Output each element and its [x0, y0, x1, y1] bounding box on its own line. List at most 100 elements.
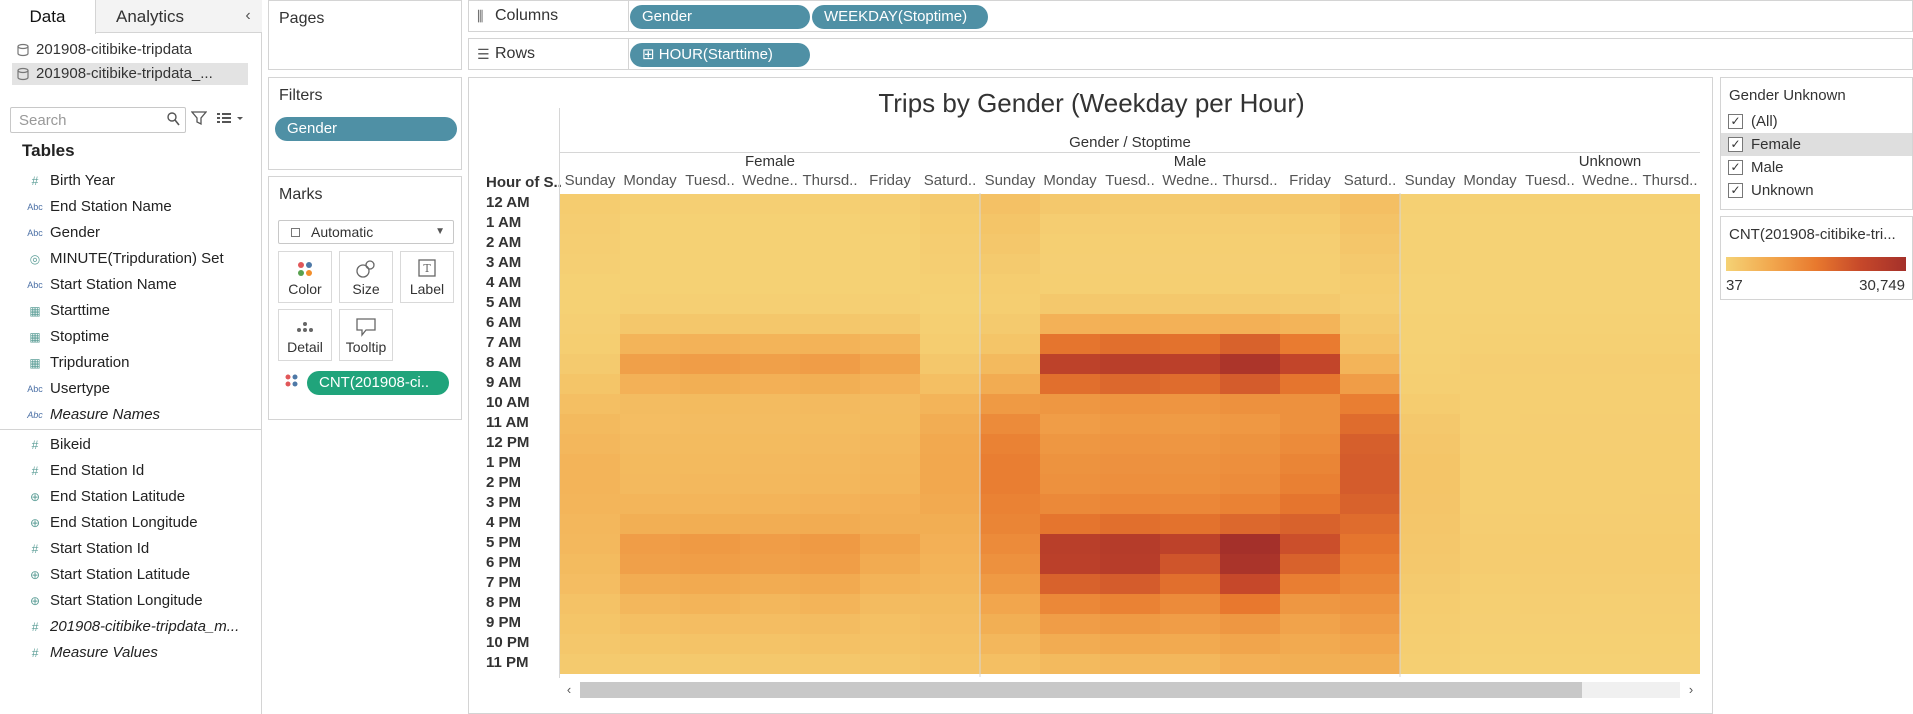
heatmap-cell[interactable] — [1160, 434, 1220, 454]
heatmap-cell[interactable] — [1400, 194, 1460, 214]
heatmap-cell[interactable] — [1160, 454, 1220, 474]
heatmap-cell[interactable] — [1580, 554, 1640, 574]
heatmap-cell[interactable] — [1640, 534, 1700, 554]
heatmap-cell[interactable] — [560, 534, 620, 554]
heatmap-cell[interactable] — [1040, 314, 1100, 334]
heatmap-cell[interactable] — [1040, 654, 1100, 674]
heatmap-cell[interactable] — [1460, 274, 1520, 294]
heatmap-cell[interactable] — [680, 554, 740, 574]
heatmap-cell[interactable] — [620, 494, 680, 514]
heatmap-cell[interactable] — [980, 474, 1040, 494]
heatmap-cell[interactable] — [620, 574, 680, 594]
heatmap-cell[interactable] — [980, 414, 1040, 434]
heatmap-cell[interactable] — [1340, 194, 1400, 214]
columns-pill-gender[interactable]: Gender — [630, 5, 810, 29]
heatmap-cell[interactable] — [1400, 534, 1460, 554]
heatmap-cell[interactable] — [1460, 554, 1520, 574]
heatmap-cell[interactable] — [740, 414, 800, 434]
heatmap-cell[interactable] — [1040, 254, 1100, 274]
field-item[interactable]: ▦ Tripduration — [0, 350, 262, 376]
heatmap-cell[interactable] — [1160, 414, 1220, 434]
rows-pill-hour[interactable]: ⊞ HOUR(Starttime) — [630, 43, 810, 67]
heatmap-cell[interactable] — [1220, 194, 1280, 214]
heatmap-cell[interactable] — [1340, 274, 1400, 294]
field-item[interactable]: ⊕ End Station Latitude — [0, 484, 262, 510]
heatmap-cell[interactable] — [1220, 434, 1280, 454]
heatmap-cell[interactable] — [860, 194, 920, 214]
heatmap-cell[interactable] — [1220, 354, 1280, 374]
checkbox-icon[interactable]: ✓ — [1728, 137, 1743, 152]
heatmap-cell[interactable] — [1040, 474, 1100, 494]
checkbox-icon[interactable]: ✓ — [1728, 160, 1743, 175]
heatmap-cell[interactable] — [1280, 334, 1340, 354]
heatmap-cell[interactable] — [1340, 594, 1400, 614]
heatmap-cell[interactable] — [560, 454, 620, 474]
heatmap-cell[interactable] — [1520, 554, 1580, 574]
heatmap-cell[interactable] — [860, 614, 920, 634]
heatmap-cell[interactable] — [1640, 294, 1700, 314]
heatmap-cell[interactable] — [1460, 594, 1520, 614]
heatmap-cell[interactable] — [980, 514, 1040, 534]
heatmap-cell[interactable] — [1400, 234, 1460, 254]
heatmap-cell[interactable] — [800, 394, 860, 414]
heatmap-cell[interactable] — [860, 474, 920, 494]
label-button[interactable]: T Label — [400, 251, 454, 303]
heatmap-cell[interactable] — [860, 434, 920, 454]
heatmap-cell[interactable] — [1520, 334, 1580, 354]
field-item[interactable]: ⊕ Start Station Longitude — [0, 588, 262, 614]
heatmap-cell[interactable] — [800, 474, 860, 494]
heatmap-cell[interactable] — [980, 314, 1040, 334]
heatmap-cell[interactable] — [1160, 634, 1220, 654]
heatmap-cell[interactable] — [980, 594, 1040, 614]
heatmap-cell[interactable] — [800, 414, 860, 434]
heatmap-cell[interactable] — [1640, 334, 1700, 354]
heatmap-cell[interactable] — [1100, 634, 1160, 654]
heatmap-cell[interactable] — [1460, 414, 1520, 434]
heatmap-cell[interactable] — [1160, 194, 1220, 214]
heatmap-cell[interactable] — [1520, 274, 1580, 294]
heatmap-cell[interactable] — [1100, 234, 1160, 254]
heatmap-cell[interactable] — [620, 374, 680, 394]
heatmap-cell[interactable] — [620, 394, 680, 414]
datasource-item[interactable]: 201908-citibike-tripdata — [12, 39, 248, 61]
heatmap-cell[interactable] — [680, 514, 740, 534]
heatmap-cell[interactable] — [1160, 354, 1220, 374]
heatmap-cell[interactable] — [980, 234, 1040, 254]
heatmap-cell[interactable] — [680, 234, 740, 254]
heatmap-cell[interactable] — [1040, 354, 1100, 374]
heatmap-cell[interactable] — [1160, 514, 1220, 534]
heatmap-cell[interactable] — [1340, 334, 1400, 354]
heatmap-cell[interactable] — [620, 534, 680, 554]
horizontal-scrollbar[interactable]: ‹ › — [560, 679, 1700, 701]
heatmap-cell[interactable] — [1520, 314, 1580, 334]
heatmap-cell[interactable] — [800, 634, 860, 654]
heatmap-cell[interactable] — [1640, 414, 1700, 434]
heatmap-cell[interactable] — [1220, 654, 1280, 674]
heatmap-cell[interactable] — [1520, 194, 1580, 214]
heatmap-cell[interactable] — [1280, 254, 1340, 274]
heatmap-cell[interactable] — [1220, 234, 1280, 254]
heatmap-cell[interactable] — [800, 314, 860, 334]
heatmap-cell[interactable] — [1160, 214, 1220, 234]
heatmap-cell[interactable] — [1520, 254, 1580, 274]
heatmap-cell[interactable] — [920, 634, 980, 654]
heatmap-cell[interactable] — [1340, 394, 1400, 414]
heatmap-cell[interactable] — [1520, 374, 1580, 394]
heatmap-cell[interactable] — [1100, 574, 1160, 594]
heatmap-cell[interactable] — [1220, 634, 1280, 654]
heatmap-cell[interactable] — [860, 374, 920, 394]
heatmap-cell[interactable] — [860, 494, 920, 514]
field-item[interactable]: Abc Measure Names — [0, 402, 262, 428]
heatmap-cell[interactable] — [980, 494, 1040, 514]
heatmap-cell[interactable] — [800, 294, 860, 314]
heatmap-cell[interactable] — [980, 294, 1040, 314]
heatmap-cell[interactable] — [1100, 514, 1160, 534]
heatmap-cell[interactable] — [1280, 574, 1340, 594]
heatmap-cell[interactable] — [1580, 194, 1640, 214]
tab-analytics[interactable]: Analytics — [100, 0, 200, 33]
heatmap-cell[interactable] — [860, 334, 920, 354]
heatmap-cell[interactable] — [740, 254, 800, 274]
heatmap-cell[interactable] — [1460, 614, 1520, 634]
heatmap-cell[interactable] — [1400, 314, 1460, 334]
heatmap-cell[interactable] — [1220, 554, 1280, 574]
